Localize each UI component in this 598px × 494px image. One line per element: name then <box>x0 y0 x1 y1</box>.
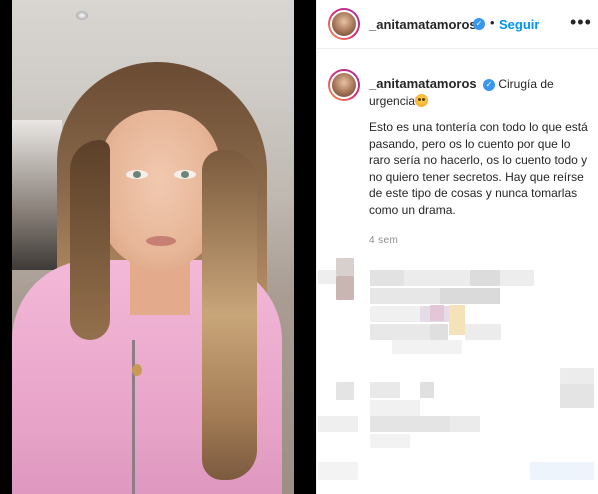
hair-strand-right <box>202 150 257 480</box>
separator-dot: • <box>490 15 495 30</box>
caption-username[interactable]: _anitamatamoros <box>369 76 477 91</box>
hugging-face-emoji-icon <box>415 94 429 107</box>
background-shelf <box>12 120 62 270</box>
caption-body: Esto es una tontería con todo lo que est… <box>369 120 588 217</box>
caption-title: _anitamatamoros ✓ Cirugía de urgencia <box>369 75 589 110</box>
hoodie-zipper <box>132 340 135 494</box>
verified-badge-icon: ✓ <box>483 78 495 91</box>
follow-button[interactable]: Seguir <box>499 17 539 32</box>
necklace-pendant <box>132 364 142 376</box>
hair-strand-left <box>70 140 110 340</box>
right-eye <box>174 170 196 179</box>
left-eye <box>126 170 148 179</box>
caption-avatar[interactable] <box>328 69 360 101</box>
more-options-icon[interactable]: ••• <box>570 12 592 33</box>
post-timestamp[interactable]: 4 sem <box>369 235 398 246</box>
video-frame[interactable] <box>12 0 294 494</box>
ceiling-light <box>76 11 88 20</box>
author-avatar[interactable] <box>328 8 360 40</box>
post-media[interactable] <box>0 0 316 494</box>
verified-badge-icon: ✓ <box>473 18 485 30</box>
author-username[interactable]: _anitamatamoros <box>369 17 477 32</box>
post-header: _anitamatamoros ✓ • Seguir ••• <box>317 0 598 49</box>
mouth <box>146 236 176 246</box>
